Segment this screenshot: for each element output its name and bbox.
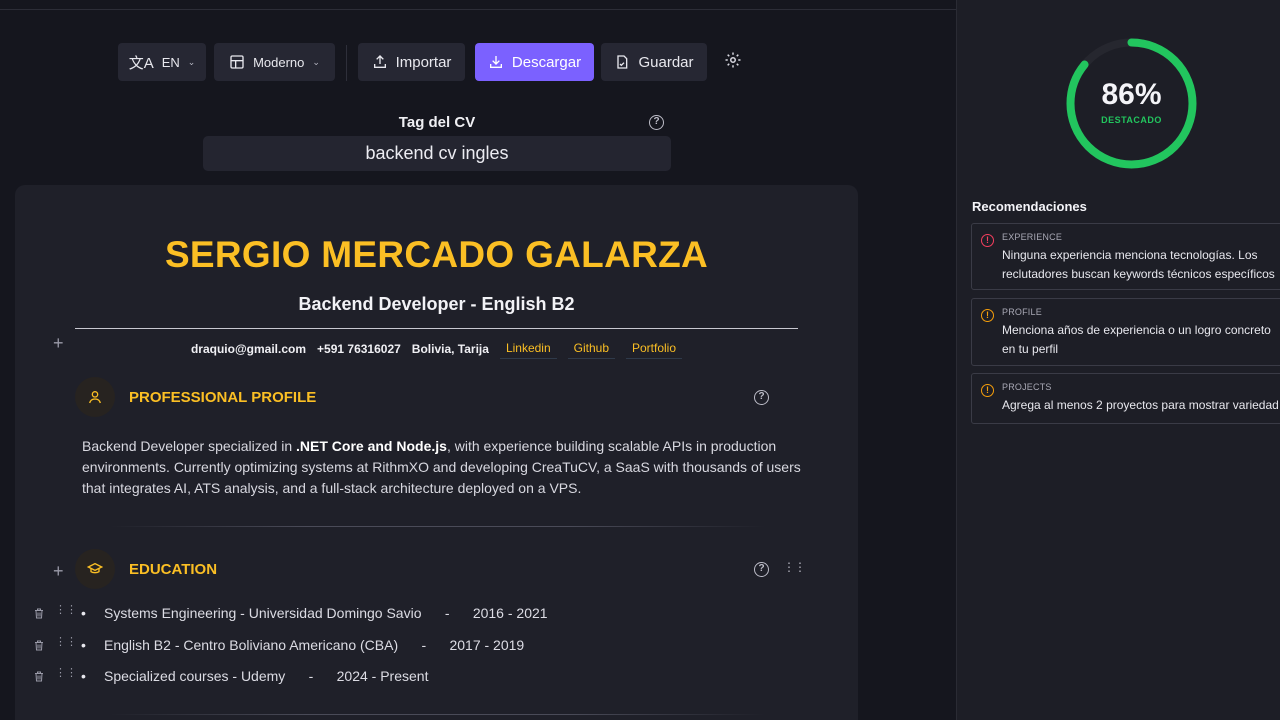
contact-row: draquio@gmail.com +591 76316027 Bolivia,… [15, 338, 858, 359]
import-button[interactable]: Importar [358, 43, 465, 81]
cv-role[interactable]: Backend Developer - English B2 [15, 294, 858, 315]
trash-icon[interactable] [33, 607, 45, 621]
profile-section-title[interactable]: PROFESSIONAL PROFILE [129, 389, 316, 406]
drag-handle-icon[interactable]: ⋮⋮ [55, 637, 77, 648]
drag-handle-icon[interactable]: ⋮⋮ [55, 605, 77, 616]
list-item: ⋮⋮ • Systems Engineering - Universidad D… [0, 605, 856, 625]
profile-text-part: Backend Developer specialized in [82, 438, 297, 454]
template-value: Moderno [253, 54, 305, 70]
recommendation-category: PROFILE [1002, 307, 1042, 317]
score-status: DESTACADO [1101, 115, 1162, 125]
section-divider [110, 714, 765, 715]
trash-icon[interactable] [33, 670, 45, 684]
file-save-icon [617, 55, 628, 69]
help-icon[interactable]: ? [649, 115, 664, 130]
alert-circle-icon: ! [981, 309, 994, 322]
section-divider [110, 526, 765, 527]
contact-phone[interactable]: +591 76316027 [317, 342, 401, 356]
drag-handle-icon[interactable]: ⋮⋮ [55, 668, 77, 679]
recommendation-card[interactable]: ! PROFILE Menciona años de experiencia o… [971, 298, 1280, 366]
recommendation-category: EXPERIENCE [1002, 232, 1063, 242]
translate-icon: 文A [128, 54, 154, 72]
help-icon[interactable]: ? [754, 390, 769, 405]
contact-link-portfolio[interactable]: Portfolio [626, 341, 683, 359]
bullet: • [81, 605, 86, 621]
list-item: ⋮⋮ • Specialized courses - Udemy - 2024 … [0, 668, 856, 688]
gear-icon [725, 52, 741, 68]
score-percent: 86% [1101, 78, 1162, 111]
profile-text[interactable]: Backend Developer specialized in .NET Co… [82, 436, 802, 499]
user-icon [75, 377, 115, 417]
recommendation-card[interactable]: ! EXPERIENCE Ninguna experiencia mencion… [971, 223, 1280, 290]
top-divider [0, 9, 956, 10]
upload-icon [373, 55, 386, 68]
contact-link-github[interactable]: Github [567, 341, 615, 359]
download-label: Descargar [511, 53, 582, 71]
recommendations-title: Recomendaciones [972, 199, 1087, 214]
download-button[interactable]: Descargar [475, 43, 594, 81]
add-section-icon[interactable]: + [53, 561, 64, 582]
save-label: Guardar [638, 53, 694, 71]
language-value: EN [161, 54, 180, 70]
layout-icon [230, 55, 244, 69]
recommendation-message: Ninguna experiencia menciona tecnologías… [1002, 248, 1275, 281]
contact-location[interactable]: Bolivia, Tarija [412, 342, 489, 356]
import-label: Importar [395, 53, 452, 71]
cv-name[interactable]: SERGIO MERCADO GALARZA [15, 234, 858, 276]
education-section-title[interactable]: EDUCATION [129, 561, 217, 578]
recommendation-message: Agrega al menos 2 proyectos para mostrar… [1002, 398, 1279, 412]
drag-handle-icon[interactable]: ⋮⋮ [783, 561, 806, 573]
settings-button[interactable] [724, 51, 746, 73]
trash-icon[interactable] [33, 639, 45, 653]
list-item: ⋮⋮ • English B2 - Centro Boliviano Ameri… [0, 637, 856, 657]
bullet: • [81, 637, 86, 653]
chevron-down-icon: ⌄ [312, 56, 320, 67]
recommendation-category: PROJECTS [1002, 382, 1052, 392]
language-select[interactable]: 文A EN ⌄ [118, 43, 206, 81]
download-icon [489, 56, 502, 68]
recommendation-card[interactable]: ! PROJECTS Agrega al menos 2 proyectos p… [971, 373, 1280, 424]
toolbar-separator [346, 45, 347, 81]
contact-link-linkedin[interactable]: Linkedin [499, 341, 557, 359]
template-select[interactable]: Moderno ⌄ [214, 43, 335, 81]
tag-input[interactable] [203, 136, 671, 171]
alert-circle-icon: ! [981, 234, 994, 247]
help-icon[interactable]: ? [754, 562, 769, 577]
header-rule [75, 328, 798, 329]
education-item-text[interactable]: English B2 - Centro Boliviano Americano … [104, 637, 524, 653]
alert-circle-icon: ! [981, 384, 994, 397]
save-button[interactable]: Guardar [601, 43, 707, 81]
education-item-text[interactable]: Specialized courses - Udemy - 2024 - Pre… [104, 668, 428, 684]
bullet: • [81, 668, 86, 684]
editor-area: 文A EN ⌄ Moderno ⌄ Importar Descargar Gua… [0, 0, 956, 720]
profile-text-bold: .NET Core and Node.js [296, 438, 447, 454]
contact-email[interactable]: draquio@gmail.com [191, 342, 306, 356]
education-item-text[interactable]: Systems Engineering - Universidad Doming… [104, 605, 548, 621]
recommendation-message: Menciona años de experiencia o un logro … [1002, 323, 1271, 356]
tag-label: Tag del CV [398, 114, 476, 131]
chevron-down-icon: ⌄ [187, 56, 196, 67]
graduation-cap-icon [75, 549, 115, 589]
